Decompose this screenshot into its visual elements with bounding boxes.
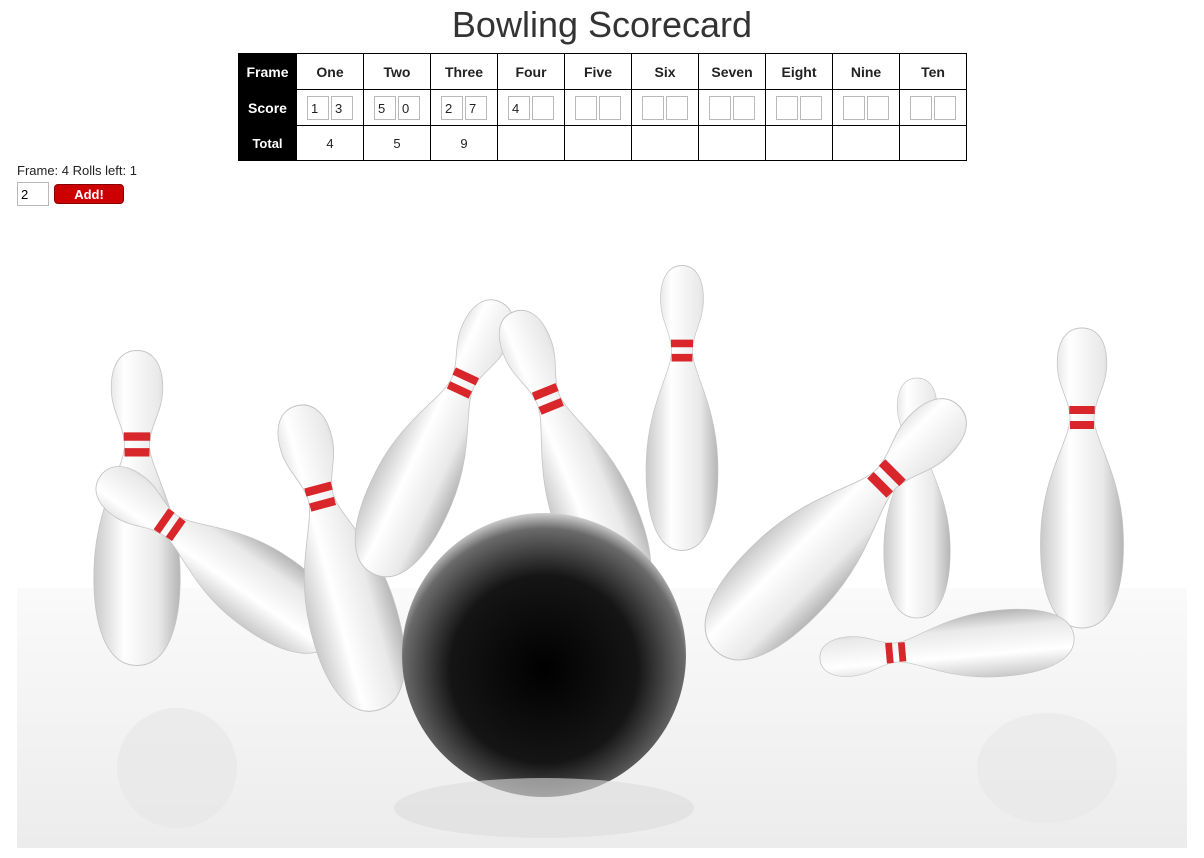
frame-score-cell — [564, 89, 632, 126]
frame-header: Ten — [899, 53, 967, 90]
frame-total — [564, 125, 632, 161]
roll-2-field[interactable] — [666, 95, 688, 120]
roll-2-field[interactable] — [599, 95, 621, 120]
total-row: Total 4 5 9 — [238, 125, 967, 161]
frame-score-cell — [631, 89, 699, 126]
pins-input[interactable] — [17, 182, 49, 206]
frame-score-cell — [899, 89, 967, 126]
frame-header: Five — [564, 53, 632, 90]
frame-total — [765, 125, 833, 161]
page-title: Bowling Scorecard — [451, 4, 753, 45]
roll-2-field[interactable]: 0 — [398, 95, 420, 120]
frame-score-cell: 13 — [296, 89, 364, 126]
frame-total — [698, 125, 766, 161]
bowling-pins-image — [17, 208, 1187, 848]
frame-score-cell — [765, 89, 833, 126]
add-button[interactable]: Add! — [54, 184, 124, 204]
roll-1-field[interactable] — [843, 95, 865, 120]
total-row-label: Total — [238, 125, 297, 161]
frame-total — [899, 125, 967, 161]
roll-1-field[interactable] — [776, 95, 798, 120]
frame-score-cell — [832, 89, 900, 126]
frame-header: Eight — [765, 53, 833, 90]
roll-1-field[interactable] — [642, 95, 664, 120]
frame-total: 9 — [430, 125, 498, 161]
frame-header: Four — [497, 53, 565, 90]
roll-2-field[interactable] — [733, 95, 755, 120]
frame-score-cell — [698, 89, 766, 126]
score-row: Score 13 50 27 4 — [238, 89, 967, 126]
frame-header: Nine — [832, 53, 900, 90]
frame-total: 4 — [296, 125, 364, 161]
roll-2-field[interactable]: 7 — [465, 95, 487, 120]
roll-2-field[interactable] — [532, 95, 554, 120]
roll-2-field[interactable]: 3 — [331, 95, 353, 120]
scorecard-table: Frame One Two Three Four Five Six Seven … — [238, 53, 967, 161]
roll-2-field[interactable] — [867, 95, 889, 120]
frame-header: Seven — [698, 53, 766, 90]
roll-1-field[interactable]: 4 — [508, 95, 530, 120]
frame-status: Frame: 4 Rolls left: 1 — [17, 163, 137, 178]
frame-score-cell: 4 — [497, 89, 565, 126]
frame-total: 5 — [363, 125, 431, 161]
frame-total — [497, 125, 565, 161]
score-row-label: Score — [238, 89, 297, 126]
roll-1-field[interactable]: 2 — [441, 95, 463, 120]
roll-1-field[interactable]: 5 — [374, 95, 396, 120]
roll-1-field[interactable]: 1 — [307, 95, 329, 120]
frame-header: One — [296, 53, 364, 90]
roll-1-field[interactable] — [910, 95, 932, 120]
frame-header: Three — [430, 53, 498, 90]
frame-score-cell: 50 — [363, 89, 431, 126]
roll-1-field[interactable] — [709, 95, 731, 120]
roll-2-field[interactable] — [934, 95, 956, 120]
frame-row-label: Frame — [238, 53, 297, 90]
frame-row: Frame One Two Three Four Five Six Seven … — [238, 53, 967, 90]
frame-total — [832, 125, 900, 161]
frame-header: Two — [363, 53, 431, 90]
frame-total — [631, 125, 699, 161]
frame-header: Six — [631, 53, 699, 90]
roll-1-field[interactable] — [575, 95, 597, 120]
roll-2-field[interactable] — [800, 95, 822, 120]
frame-score-cell: 27 — [430, 89, 498, 126]
